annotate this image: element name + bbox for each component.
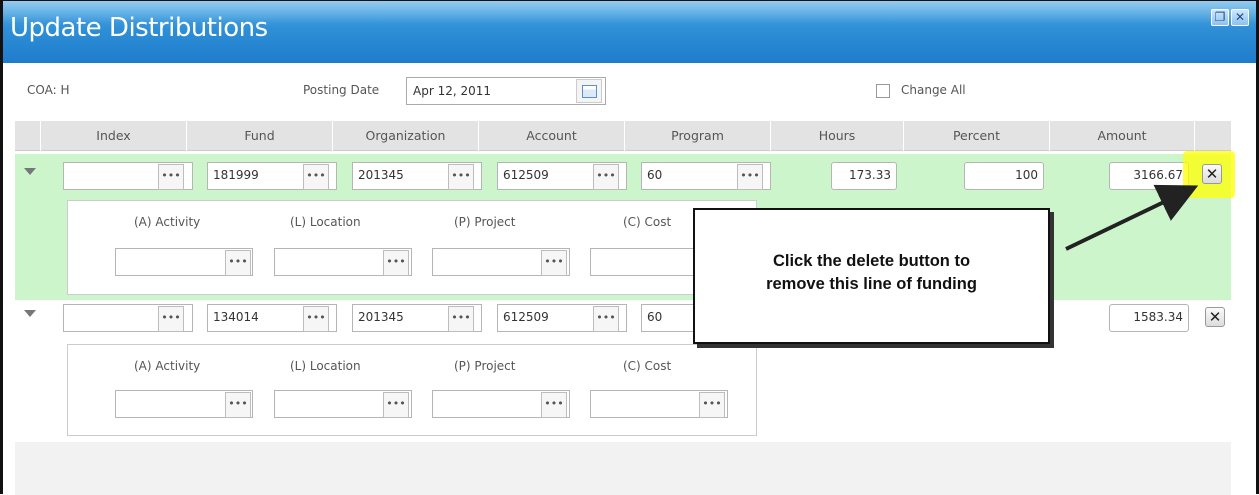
callout-arrow-icon <box>1065 184 1199 251</box>
update-distributions-window: Update Distributions ❐ ✕ COA: H Posting … <box>0 0 1259 495</box>
